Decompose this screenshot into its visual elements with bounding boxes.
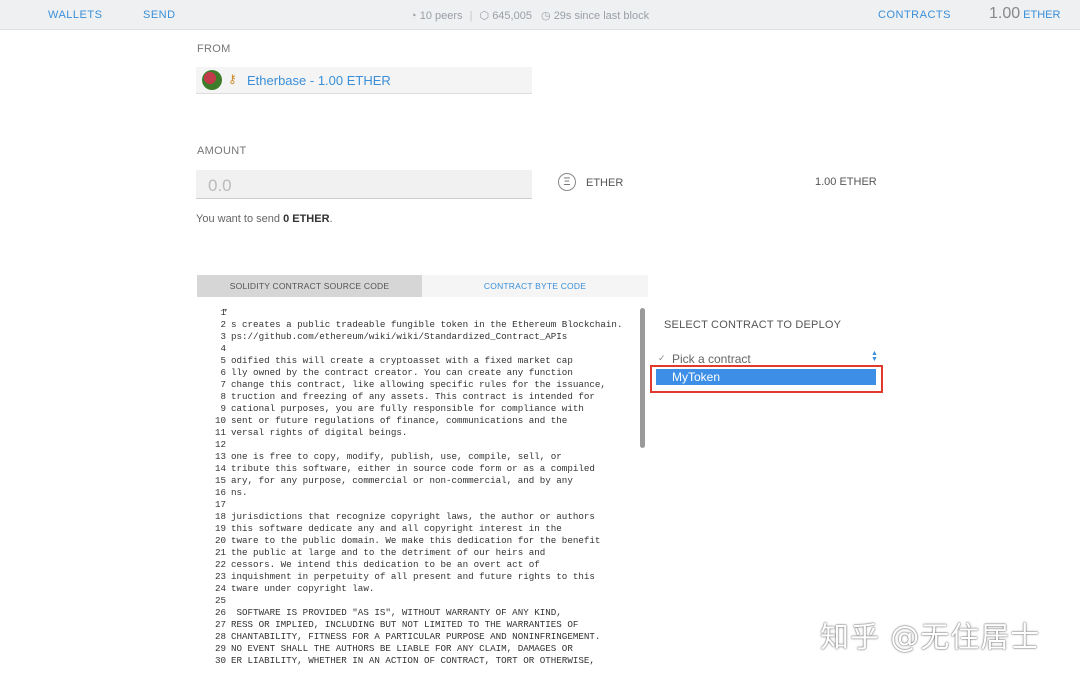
code-line: tware to the public domain. We make this… — [231, 535, 601, 546]
last-block-time: 29s since last block — [553, 10, 650, 22]
send-summary: You want to send 0 ETHER. — [196, 213, 333, 225]
key-icon: ⚷ — [228, 72, 237, 86]
watermark: 知乎 @无住居士 — [820, 620, 1041, 654]
line-number: 15 — [214, 475, 226, 486]
line-number: 22 — [214, 559, 226, 570]
code-line: change this contract, like allowing spec… — [231, 379, 606, 390]
line-number: 23 — [214, 571, 226, 582]
amount-input[interactable]: 0.0 — [196, 170, 532, 199]
line-number: 10 — [214, 415, 226, 426]
nav-wallets-link[interactable]: WALLETS — [48, 9, 102, 21]
ether-icon[interactable]: Ξ — [558, 173, 576, 191]
send-summary-value: 0 ETHER — [283, 213, 330, 225]
code-editor[interactable]: ▾ 12s creates a public tradeable fungibl… — [197, 305, 649, 675]
line-number: 11 — [214, 427, 226, 438]
line-number: 24 — [214, 583, 226, 594]
code-line: s creates a public tradeable fungible to… — [231, 319, 623, 330]
nav-contracts-link[interactable]: CONTRACTS — [878, 9, 951, 21]
code-line: lly owned by the contract creator. You c… — [231, 367, 573, 378]
code-line: truction and freezing of any assets. Thi… — [231, 391, 595, 402]
send-summary-suffix: . — [329, 213, 333, 225]
from-account-select[interactable]: ⚷ Etherbase - 1.00 ETHER — [196, 67, 532, 94]
checkmark-icon: ✓ — [658, 353, 666, 363]
line-number: 30 — [214, 655, 226, 666]
code-line: ps://github.com/ethereum/wiki/wiki/Stand… — [231, 331, 568, 342]
line-number: 26 — [214, 607, 226, 618]
top-nav-bar: WALLETS SEND ◔ 10 peers | ⬡ 645,005 ◷ 29… — [0, 0, 1080, 30]
chevron-updown-icon: ▲ ▼ — [871, 350, 878, 363]
line-number: 7 — [220, 379, 226, 390]
tab-contract-bytecode[interactable]: CONTRACT BYTE CODE — [422, 275, 648, 297]
select-contract-label: SELECT CONTRACT TO DEPLOY — [664, 319, 842, 331]
send-summary-prefix: You want to send — [196, 213, 284, 225]
block-number: 645,005 — [492, 10, 532, 22]
cube-icon: ⬡ — [479, 10, 490, 22]
code-line: NO EVENT SHALL THE AUTHORS BE LIABLE FOR… — [231, 643, 573, 654]
line-number: 28 — [214, 631, 226, 642]
code-line: ns. — [231, 487, 248, 498]
line-number: 17 — [214, 499, 226, 510]
total-balance: 1.00 ETHER — [989, 5, 1060, 23]
line-number: 25 — [214, 595, 226, 606]
code-line: inquishment in perpetuity of all present… — [231, 571, 595, 582]
code-line: tribute this software, either in source … — [231, 463, 595, 474]
code-line: ary, for any purpose, commercial or non-… — [231, 475, 573, 486]
signal-icon: ◔ — [410, 10, 417, 22]
line-number: 9 — [220, 403, 226, 414]
clock-icon: ◷ — [541, 10, 551, 22]
code-line: RESS OR IMPLIED, INCLUDING BUT NOT LIMIT… — [231, 619, 579, 630]
line-number: 1 — [220, 307, 226, 318]
from-account-name: Etherbase - 1.00 ETHER — [247, 73, 391, 88]
balance-unit: ETHER — [1023, 9, 1061, 21]
code-line: cational purposes, you are fully respons… — [231, 403, 584, 414]
code-line: sent or future regulations of finance, c… — [231, 415, 568, 426]
from-label: FROM — [197, 43, 231, 55]
line-number: 13 — [214, 451, 226, 462]
code-line: ER LIABILITY, WHETHER IN AN ACTION OF CO… — [231, 655, 595, 666]
line-number: 12 — [214, 439, 226, 450]
code-line: the public at large and to the detriment… — [231, 547, 546, 558]
network-status: ◔ 10 peers | ⬡ 645,005 ◷ 29s since last … — [410, 9, 649, 22]
line-number: 8 — [220, 391, 226, 402]
line-number: 29 — [214, 643, 226, 654]
line-number: 19 — [214, 523, 226, 534]
currency-unit-label[interactable]: ETHER — [586, 177, 623, 189]
available-balance: 1.00 ETHER — [815, 176, 877, 188]
amount-placeholder: 0.0 — [208, 176, 232, 195]
code-line: one is free to copy, modify, publish, us… — [231, 451, 562, 462]
amount-label: AMOUNT — [197, 145, 247, 157]
line-number: 16 — [214, 487, 226, 498]
code-line: tware under copyright law. — [231, 583, 375, 594]
account-avatar — [202, 70, 222, 90]
nav-send-link[interactable]: SEND — [143, 9, 176, 21]
line-number: 20 — [214, 535, 226, 546]
code-line: this software dedicate any and all copyr… — [231, 523, 562, 534]
line-number: 27 — [214, 619, 226, 630]
line-number: 4 — [220, 343, 226, 354]
line-number: 14 — [214, 463, 226, 474]
code-line: jurisdictions that recognize copyright l… — [231, 511, 595, 522]
line-number: 18 — [214, 511, 226, 522]
line-number: 5 — [220, 355, 226, 366]
dropdown-placeholder-text: Pick a contract — [672, 352, 751, 366]
balance-value: 1.00 — [989, 5, 1021, 22]
line-number: 21 — [214, 547, 226, 558]
code-line: SOFTWARE IS PROVIDED "AS IS", WITHOUT WA… — [231, 607, 562, 618]
code-line: odified this will create a cryptoasset w… — [231, 355, 573, 366]
line-number: 2 — [220, 319, 226, 330]
annotation-highlight-box — [650, 365, 883, 393]
code-line: CHANTABILITY, FITNESS FOR A PARTICULAR P… — [231, 631, 601, 642]
line-number: 3 — [220, 331, 226, 342]
editor-scrollbar[interactable] — [640, 308, 645, 448]
status-divider: | — [469, 10, 473, 22]
code-line: versal rights of digital beings. — [231, 427, 408, 438]
line-number: 6 — [220, 367, 226, 378]
peers-count: 10 peers — [419, 10, 463, 22]
code-line: cessors. We intend this dedication to be… — [231, 559, 540, 570]
tab-solidity-source[interactable]: SOLIDITY CONTRACT SOURCE CODE — [197, 275, 422, 297]
